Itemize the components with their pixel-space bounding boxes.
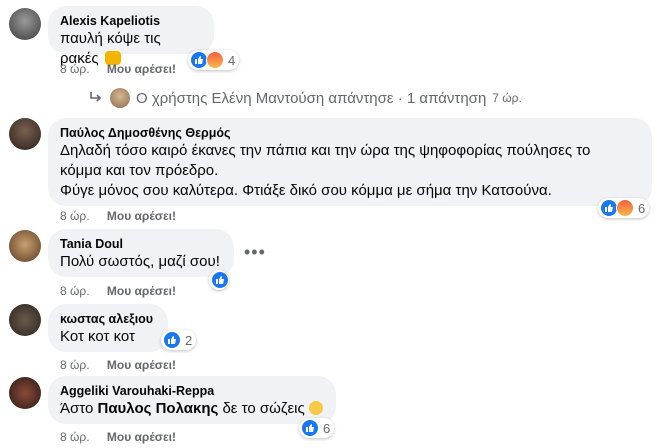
like-button[interactable]: Μου αρέσει! (107, 430, 176, 444)
comment-bubble: Παύλος Δημοσθένης Θερμός Δηλαδή τόσο και… (48, 118, 652, 206)
like-button[interactable]: Μου αρέσει! (107, 209, 176, 223)
comment-text: Κοτ κοτ κοτ (60, 328, 135, 345)
reactions-summary[interactable]: 2 (161, 330, 197, 350)
comment-author[interactable]: Aggeliki Varouhaki-Reppa (60, 383, 324, 399)
comment-time[interactable]: 8 ώρ. (60, 358, 90, 372)
comment-text-line: Δηλαδή τόσο καιρό έκανες την πάπια και τ… (60, 142, 591, 159)
comment-meta: 8 ώρ. Μου αρέσει! (60, 61, 176, 77)
comment-text-line: Φύγε μόνος σου καλύτερα. Φτιάξε δικό σου… (60, 182, 552, 199)
avatar[interactable] (9, 377, 41, 409)
comment-bubble: Aggeliki Varouhaki-Reppa Άστο Παυλος Πολ… (48, 376, 336, 424)
comment-author[interactable]: κωστας αλεξιου (60, 311, 156, 327)
like-reaction-icon (211, 271, 229, 289)
reaction-count: 6 (638, 200, 646, 216)
like-button[interactable]: Μου αρέσει! (107, 358, 176, 372)
avatar[interactable] (9, 8, 41, 40)
comment-meta: 8 ώρ. Μου αρέσει! (60, 357, 176, 373)
comment-author[interactable]: Παύλος Δημοσθένης Θερμός (60, 125, 640, 141)
like-button[interactable]: Μου αρέσει! (107, 62, 176, 76)
comment-bubble: Tania Doul Πολύ σωστός, μαζί σου! (48, 229, 234, 277)
comment-meta: 8 ώρ. Μου αρέσει! (60, 283, 176, 299)
comment-text-suffix: δε το σώζεις (218, 400, 305, 417)
angry-reaction-icon (616, 199, 634, 217)
comment-time[interactable]: 8 ώρ. (60, 284, 90, 298)
more-options-icon[interactable]: ••• (244, 242, 266, 263)
comment-text: Άστο Παυλος Πολακης δε το σώζεις (60, 399, 324, 419)
comment-text-prefix: Άστο (60, 400, 98, 417)
reactions-summary[interactable]: 4 (188, 50, 240, 70)
avatar[interactable] (9, 230, 41, 262)
reactions-summary[interactable]: 6 (299, 418, 335, 438)
reaction-count: 4 (228, 52, 236, 68)
angry-reaction-icon (206, 51, 224, 69)
view-replies-link[interactable]: Ο χρήστης Ελένη Μαντούση απάντησε · 1 απ… (88, 88, 522, 108)
reaction-count: 6 (323, 420, 331, 436)
reaction-count: 2 (185, 332, 193, 348)
comment-text: Πολύ σωστός, μαζί σου! (60, 253, 220, 270)
reply-summary-text: Ο χρήστης Ελένη Μαντούση απάντησε · 1 απ… (136, 89, 487, 107)
comment-bubble: κωστας αλεξιου Κοτ κοτ κοτ (48, 304, 168, 352)
comment-text-line: κόμμα και τον πρόεδρο. (60, 162, 219, 179)
comment-time[interactable]: 8 ώρ. (60, 209, 90, 223)
reply-arrow-icon (90, 92, 102, 102)
comment-author[interactable]: Alexis Kapeliotis (60, 13, 202, 29)
mention-link[interactable]: Παυλος Πολακης (98, 400, 219, 417)
reactions-summary[interactable] (209, 270, 229, 290)
comment-time[interactable]: 8 ώρ. (60, 430, 90, 444)
comment-meta: 8 ώρ. Μου αρέσει! (60, 208, 176, 224)
comment-bubble: Alexis Kapeliotis παυλή κόψε τις ρακές (48, 6, 214, 67)
comment-author[interactable]: Tania Doul (60, 236, 222, 252)
like-reaction-icon (301, 419, 319, 437)
reactions-summary[interactable]: 6 (598, 198, 650, 218)
reply-time: 7 ώρ. (492, 91, 522, 105)
comment-meta: 8 ώρ. Μου αρέσει! (60, 429, 176, 445)
sad-emoji-icon (308, 401, 323, 415)
like-reaction-icon (163, 331, 181, 349)
comment-time[interactable]: 8 ώρ. (60, 62, 90, 76)
like-button[interactable]: Μου αρέσει! (107, 284, 176, 298)
avatar (110, 88, 130, 108)
avatar[interactable] (9, 304, 41, 336)
avatar[interactable] (9, 118, 41, 150)
